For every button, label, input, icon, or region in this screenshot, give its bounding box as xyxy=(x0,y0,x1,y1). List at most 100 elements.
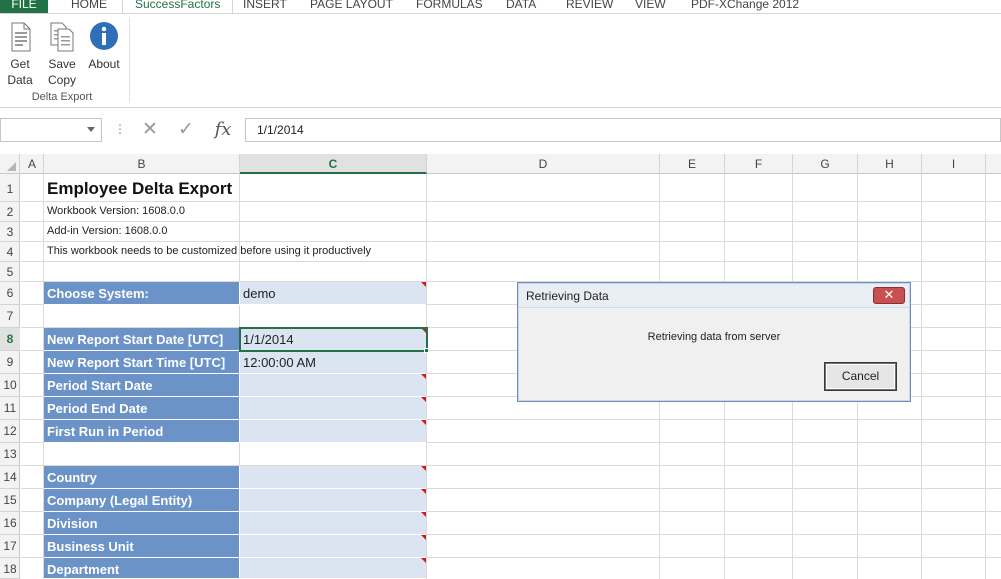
row-header[interactable]: 17 xyxy=(0,535,20,558)
formula-bar: ⋮ ✕ ✓ fx 1/1/2014 xyxy=(0,116,1001,144)
column-header-h[interactable]: H xyxy=(858,154,922,174)
field-value-system[interactable]: demo xyxy=(240,282,426,305)
field-label-system[interactable]: Choose System: xyxy=(44,282,240,305)
row-header[interactable]: 11 xyxy=(0,397,20,420)
tab-pdf-xchange[interactable]: PDF-XChange 2012 xyxy=(691,0,799,13)
field-label-company[interactable]: Company (Legal Entity) xyxy=(44,489,240,512)
row-headers: 1 2 3 4 5 6 7 8 9 10 11 12 13 14 15 16 1… xyxy=(0,174,20,579)
field-value-country[interactable] xyxy=(240,466,426,489)
retrieving-data-dialog: Retrieving Data ✕ Retrieving data from s… xyxy=(517,282,911,402)
gridline xyxy=(21,261,1001,262)
cancel-button[interactable]: Cancel xyxy=(824,362,897,391)
field-label-business-unit[interactable]: Business Unit xyxy=(44,535,240,558)
field-value-business-unit[interactable] xyxy=(240,535,426,558)
name-box[interactable] xyxy=(0,118,102,142)
comment-indicator xyxy=(421,397,426,402)
column-headers: A B C D E F G H I xyxy=(0,154,1001,174)
get-data-label-1: Get xyxy=(10,57,30,71)
chevron-down-icon[interactable] xyxy=(87,127,95,132)
get-data-button[interactable]: Get Data xyxy=(0,20,40,88)
row-header[interactable]: 16 xyxy=(0,512,20,535)
row-header[interactable]: 14 xyxy=(0,466,20,489)
tab-data[interactable]: DATA xyxy=(506,0,536,13)
field-value-company[interactable] xyxy=(240,489,426,512)
row-header[interactable]: 15 xyxy=(0,489,20,512)
row-header[interactable]: 10 xyxy=(0,374,20,397)
gridline xyxy=(921,174,922,579)
row-header[interactable]: 6 xyxy=(0,282,20,305)
ribbon-tab-bar: FILE HOME SuccessFactors INSERT PAGE LAY… xyxy=(0,0,1001,14)
row-header[interactable]: 3 xyxy=(0,222,20,242)
tab-home[interactable]: HOME xyxy=(71,0,107,13)
comment-indicator xyxy=(421,282,426,287)
tab-review[interactable]: REVIEW xyxy=(566,0,613,13)
save-copy-button[interactable]: Save Copy xyxy=(42,20,82,88)
select-all-button[interactable] xyxy=(0,154,20,174)
addin-version[interactable]: Add-in Version: 1608.0.0 xyxy=(44,222,238,241)
formula-bar-grip: ⋮ xyxy=(114,122,126,136)
field-label-period-start[interactable]: Period Start Date xyxy=(44,374,240,397)
column-header-d[interactable]: D xyxy=(427,154,660,174)
tab-successfactors[interactable]: SuccessFactors xyxy=(122,0,234,13)
field-value-start-time[interactable]: 12:00:00 AM xyxy=(240,351,426,374)
sheet-title[interactable]: Employee Delta Export xyxy=(44,174,424,201)
tab-view[interactable]: VIEW xyxy=(635,0,666,13)
row-header[interactable]: 7 xyxy=(0,305,20,328)
row-header-selected[interactable]: 8 xyxy=(0,328,20,351)
field-label-start-date[interactable]: New Report Start Date [UTC] xyxy=(44,328,240,351)
info-icon xyxy=(90,22,118,50)
tab-file[interactable]: FILE xyxy=(0,0,48,13)
comment-indicator xyxy=(421,374,426,379)
column-header-a[interactable]: A xyxy=(21,154,44,174)
comment-indicator xyxy=(421,535,426,540)
row-header[interactable]: 2 xyxy=(0,202,20,222)
confirm-entry-icon[interactable]: ✓ xyxy=(174,118,198,142)
dialog-titlebar[interactable]: Retrieving Data ✕ xyxy=(519,284,909,308)
insert-function-icon[interactable]: fx xyxy=(211,118,235,142)
gridline xyxy=(985,174,986,579)
field-label-division[interactable]: Division xyxy=(44,512,240,535)
column-header-e[interactable]: E xyxy=(660,154,725,174)
row-header[interactable]: 1 xyxy=(0,174,20,202)
ribbon-group-separator xyxy=(129,18,130,102)
cancel-entry-icon[interactable]: ✕ xyxy=(138,118,162,142)
ribbon-panel: Get Data Save Copy About Delta Export xyxy=(0,14,1001,108)
tab-formulas[interactable]: FORMULAS xyxy=(416,0,483,13)
field-label-department[interactable]: Department xyxy=(44,558,240,579)
fill-handle[interactable] xyxy=(424,348,429,353)
row-header[interactable]: 13 xyxy=(0,443,20,466)
column-header-i[interactable]: I xyxy=(922,154,986,174)
comment-indicator xyxy=(421,512,426,517)
column-header-f[interactable]: F xyxy=(725,154,793,174)
field-value-text: 12:00:00 AM xyxy=(243,355,316,370)
field-label-start-time[interactable]: New Report Start Time [UTC] xyxy=(44,351,240,374)
field-value-first-run[interactable] xyxy=(240,420,426,443)
field-value-division[interactable] xyxy=(240,512,426,535)
dialog-title: Retrieving Data xyxy=(526,289,609,303)
row-header[interactable]: 18 xyxy=(0,558,20,579)
tab-insert[interactable]: INSERT xyxy=(243,0,287,13)
field-value-period-start[interactable] xyxy=(240,374,426,397)
column-header-c[interactable]: C xyxy=(240,154,427,174)
copy-documents-icon xyxy=(50,22,74,52)
close-icon[interactable]: ✕ xyxy=(873,287,905,304)
formula-input[interactable]: 1/1/2014 xyxy=(245,118,1001,142)
about-label: About xyxy=(88,57,120,71)
row-header[interactable]: 9 xyxy=(0,351,20,374)
row-header[interactable]: 4 xyxy=(0,242,20,262)
tab-page-layout[interactable]: PAGE LAYOUT xyxy=(310,0,393,13)
field-label-first-run[interactable]: First Run in Period xyxy=(44,420,240,443)
field-value-period-end[interactable] xyxy=(240,397,426,420)
comment-indicator xyxy=(421,466,426,471)
customization-notice[interactable]: This workbook needs to be customized bef… xyxy=(44,242,544,261)
row-header[interactable]: 12 xyxy=(0,420,20,443)
column-header-b[interactable]: B xyxy=(44,154,240,174)
about-button[interactable]: About xyxy=(84,20,124,72)
field-value-department[interactable] xyxy=(240,558,426,579)
comment-indicator xyxy=(421,558,426,563)
row-header[interactable]: 5 xyxy=(0,262,20,282)
workbook-version[interactable]: Workbook Version: 1608.0.0 xyxy=(44,202,238,221)
field-label-country[interactable]: Country xyxy=(44,466,240,489)
column-header-g[interactable]: G xyxy=(793,154,858,174)
field-label-period-end[interactable]: Period End Date xyxy=(44,397,240,420)
